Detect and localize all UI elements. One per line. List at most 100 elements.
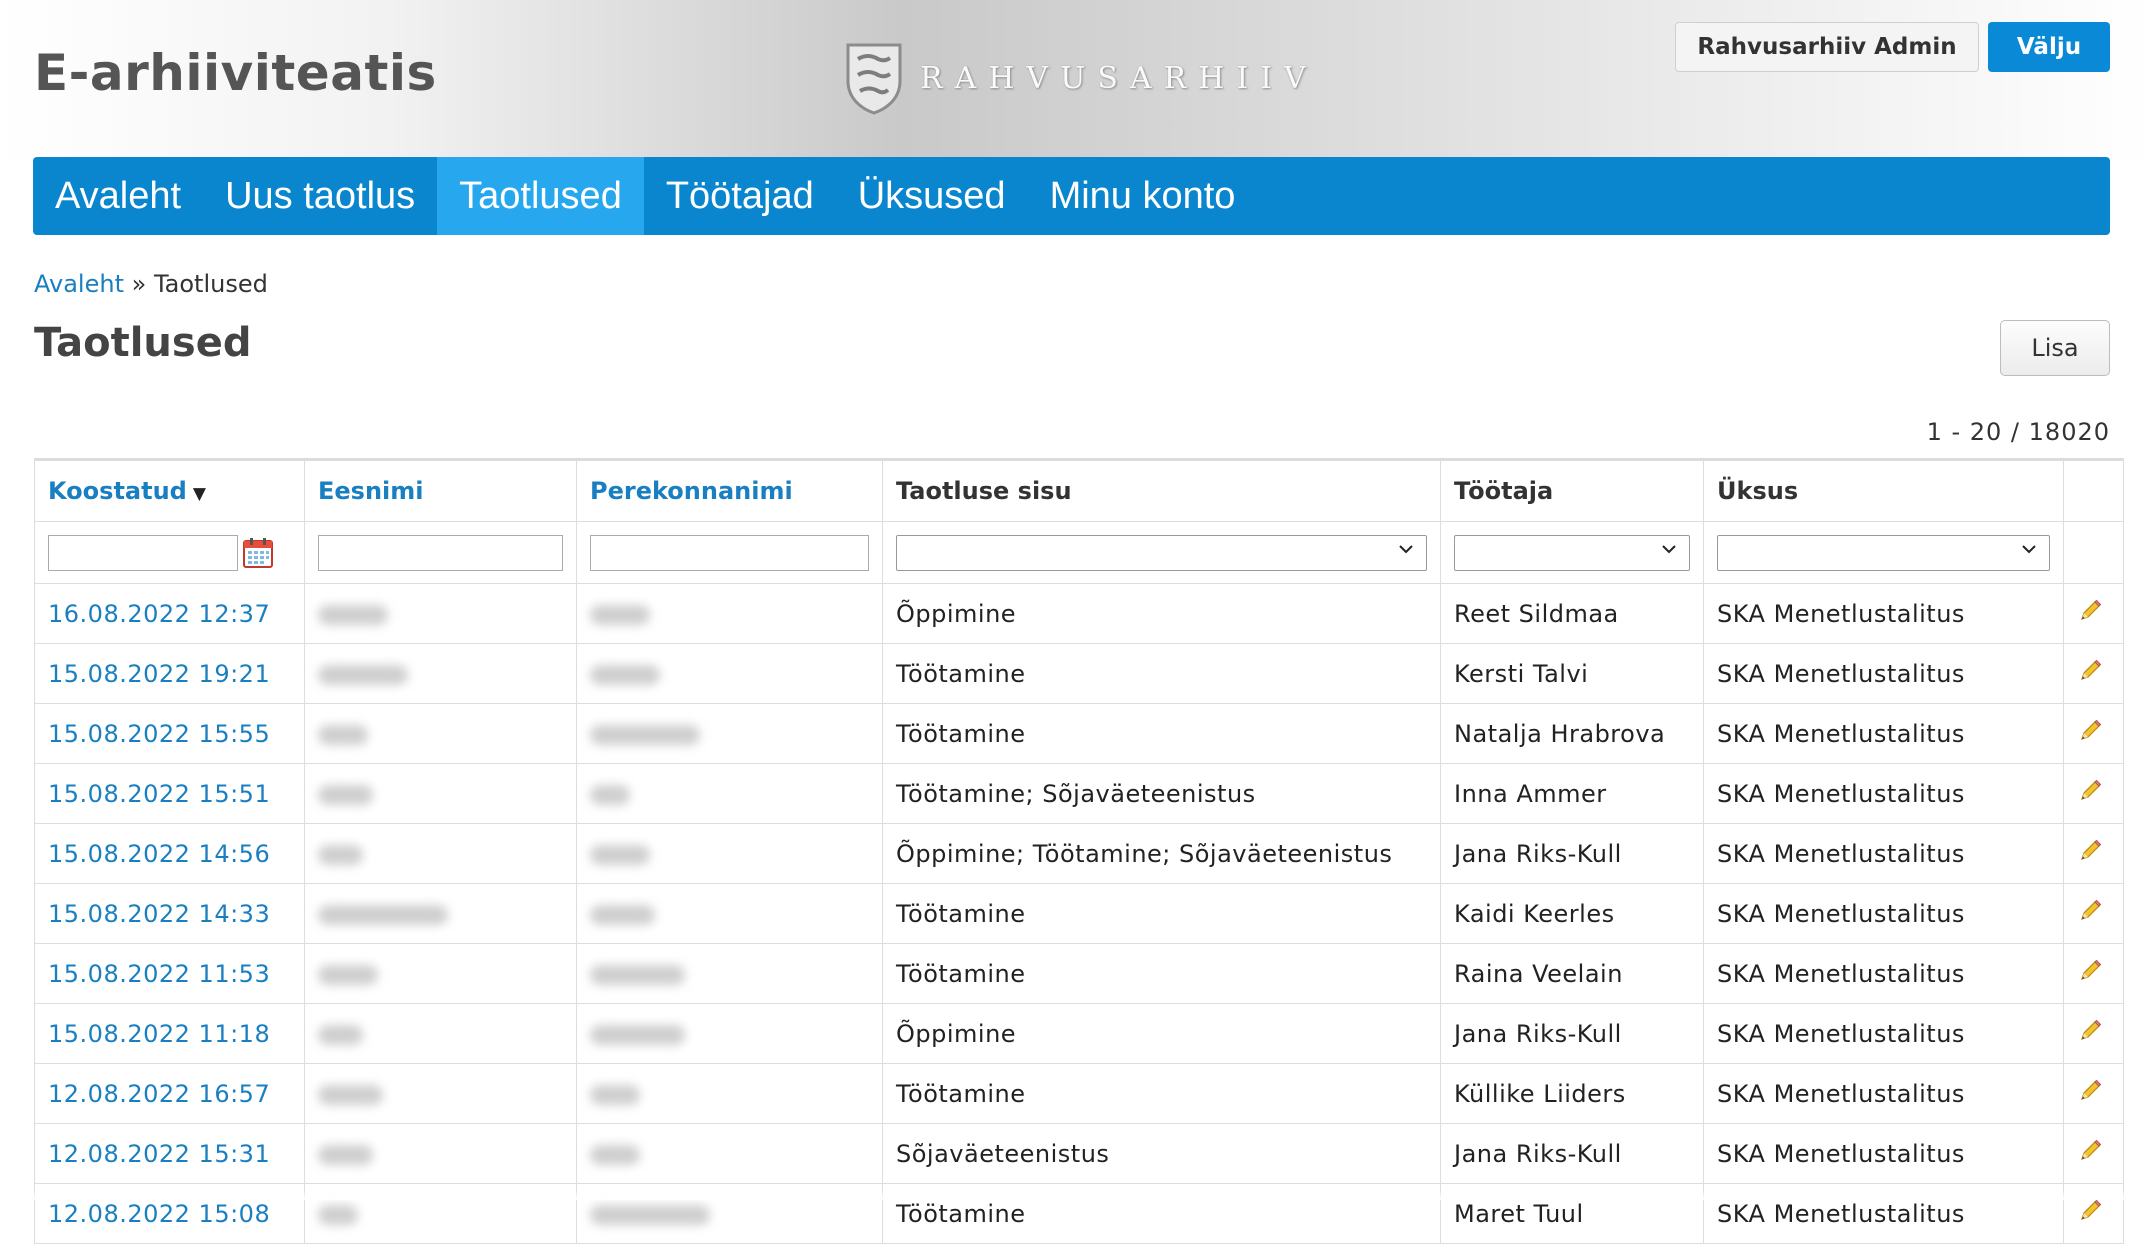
created-date-link[interactable]: 15.08.2022 11:18 bbox=[34, 1003, 305, 1064]
pencil-icon[interactable] bbox=[2077, 838, 2103, 864]
employee-cell: Reet Sildmaa bbox=[1440, 583, 1704, 644]
date-filter-input[interactable] bbox=[48, 534, 238, 571]
redacted-last-name bbox=[590, 1144, 640, 1165]
table-row: 15.08.2022 19:21 Töötamine Kersti Talvi SKA… bbox=[34, 643, 2124, 704]
nav-item-uus-taotlus[interactable]: Uus taotlus bbox=[203, 157, 437, 235]
last-name-cell bbox=[576, 763, 883, 824]
chevron-down-icon bbox=[1662, 544, 1676, 553]
created-date-link[interactable]: 12.08.2022 15:31 bbox=[34, 1123, 305, 1184]
pencil-icon[interactable] bbox=[2077, 658, 2103, 684]
employee-cell: Kersti Talvi bbox=[1440, 643, 1704, 704]
redacted-first-name bbox=[318, 1024, 363, 1045]
pencil-icon[interactable] bbox=[2077, 718, 2103, 744]
nav-item-taotlused[interactable]: Taotlused bbox=[437, 157, 644, 235]
column-header-taotluse-sisu: Taotluse sisu bbox=[882, 458, 1441, 522]
pencil-icon[interactable] bbox=[2077, 1198, 2103, 1224]
created-date-link[interactable]: 15.08.2022 14:33 bbox=[34, 883, 305, 944]
created-date-link[interactable]: 15.08.2022 11:53 bbox=[34, 943, 305, 1004]
last-name-cell bbox=[576, 1003, 883, 1064]
filter-cell-first-name bbox=[304, 521, 577, 584]
filter-cell-actions bbox=[2063, 521, 2124, 584]
unit-filter-select[interactable] bbox=[1717, 534, 2050, 571]
created-date-link[interactable]: 15.08.2022 15:51 bbox=[34, 763, 305, 824]
pencil-icon[interactable] bbox=[2077, 898, 2103, 924]
redacted-last-name bbox=[590, 1084, 640, 1105]
redacted-first-name bbox=[318, 1144, 373, 1165]
first-name-cell bbox=[304, 1123, 577, 1184]
last-name-cell bbox=[576, 1063, 883, 1124]
first-name-cell bbox=[304, 643, 577, 704]
applications-table: Koostatud ▼ Eesnimi Perekonnanimi Taotlus… bbox=[34, 458, 2124, 1244]
created-date-link[interactable]: 16.08.2022 12:37 bbox=[34, 583, 305, 644]
table-row: 15.08.2022 14:33 Töötamine Kaidi Keerles SK… bbox=[34, 883, 2124, 944]
column-header-tootaja: Töötaja bbox=[1440, 458, 1704, 522]
nav-item-minu-konto[interactable]: Minu konto bbox=[1028, 157, 1258, 235]
created-date-link[interactable]: 15.08.2022 14:56 bbox=[34, 823, 305, 884]
content-cell: Töötamine bbox=[882, 943, 1441, 1004]
pencil-icon[interactable] bbox=[2077, 1018, 2103, 1044]
column-header-actions bbox=[2063, 458, 2124, 522]
column-header-label: Koostatud bbox=[48, 477, 187, 505]
pencil-icon[interactable] bbox=[2077, 1078, 2103, 1104]
nav-item-tootajad[interactable]: Töötajad bbox=[644, 157, 836, 235]
created-date-link[interactable]: 15.08.2022 15:55 bbox=[34, 703, 305, 764]
calendar-icon[interactable] bbox=[241, 536, 275, 570]
logout-button[interactable]: Välju bbox=[1988, 22, 2110, 72]
last-name-filter-input[interactable] bbox=[590, 534, 869, 571]
breadcrumb-current: Taotlused bbox=[153, 270, 268, 298]
breadcrumb-home-link[interactable]: Avaleht bbox=[34, 270, 124, 298]
column-header-eesnimi[interactable]: Eesnimi bbox=[304, 458, 577, 522]
breadcrumb-separator: » bbox=[131, 270, 147, 298]
rahvusarhiiv-logo: RAHVUSARHIIV bbox=[842, 40, 1318, 116]
unit-cell: SKA Menetlustalitus bbox=[1703, 583, 2064, 644]
content-filter-select[interactable] bbox=[896, 534, 1427, 571]
user-account-button[interactable]: Rahvusarhiiv Admin bbox=[1675, 22, 1979, 72]
unit-cell: SKA Menetlustalitus bbox=[1703, 943, 2064, 1004]
last-name-cell bbox=[576, 1123, 883, 1184]
main-nav: Avaleht Uus taotlus Taotlused Töötajad Ü… bbox=[33, 157, 2110, 235]
edit-cell bbox=[2063, 823, 2124, 884]
column-header-uksus: Üksus bbox=[1703, 458, 2064, 522]
unit-cell: SKA Menetlustalitus bbox=[1703, 763, 2064, 824]
employee-cell: Natalja Hrabrova bbox=[1440, 703, 1704, 764]
app-title: E-arhiiviteatis bbox=[34, 44, 437, 102]
unit-cell: SKA Menetlustalitus bbox=[1703, 1003, 2064, 1064]
last-name-cell bbox=[576, 823, 883, 884]
filter-cell-content bbox=[882, 521, 1441, 584]
last-name-cell bbox=[576, 883, 883, 944]
employee-cell: Küllike Liiders bbox=[1440, 1063, 1704, 1124]
first-name-filter-input[interactable] bbox=[318, 534, 563, 571]
pencil-icon[interactable] bbox=[2077, 1138, 2103, 1164]
chevron-down-icon bbox=[1399, 544, 1413, 553]
redacted-first-name bbox=[318, 1084, 383, 1105]
redacted-last-name bbox=[590, 784, 630, 805]
column-header-koostatud[interactable]: Koostatud ▼ bbox=[34, 458, 305, 522]
created-date-link[interactable]: 15.08.2022 19:21 bbox=[34, 643, 305, 704]
employee-filter-select[interactable] bbox=[1454, 534, 1690, 571]
column-header-perekonnanimi[interactable]: Perekonnanimi bbox=[576, 458, 883, 522]
first-name-cell bbox=[304, 823, 577, 884]
redacted-last-name bbox=[590, 904, 655, 925]
pencil-icon[interactable] bbox=[2077, 778, 2103, 804]
unit-cell: SKA Menetlustalitus bbox=[1703, 823, 2064, 884]
chevron-down-icon bbox=[2022, 544, 2036, 553]
pencil-icon[interactable] bbox=[2077, 958, 2103, 984]
add-button[interactable]: Lisa bbox=[2000, 320, 2110, 376]
nav-item-uksused[interactable]: Üksused bbox=[836, 157, 1028, 235]
first-name-cell bbox=[304, 1063, 577, 1124]
first-name-cell bbox=[304, 1003, 577, 1064]
pagination-summary: 1 - 20 / 18020 bbox=[1926, 418, 2110, 446]
page-header: E-arhiiviteatis RAHVUSARHIIV Rahvusarhii… bbox=[0, 0, 2150, 160]
content-cell: Töötamine; Sõjaväeteenistus bbox=[882, 763, 1441, 824]
created-date-link[interactable]: 12.08.2022 16:57 bbox=[34, 1063, 305, 1124]
pencil-icon[interactable] bbox=[2077, 598, 2103, 624]
filter-cell-employee bbox=[1440, 521, 1704, 584]
redacted-first-name bbox=[318, 604, 388, 625]
redacted-last-name bbox=[590, 844, 650, 865]
nav-item-avaleht[interactable]: Avaleht bbox=[33, 157, 203, 235]
first-name-cell bbox=[304, 703, 577, 764]
first-name-cell bbox=[304, 583, 577, 644]
redacted-last-name bbox=[590, 964, 685, 985]
edit-cell bbox=[2063, 763, 2124, 824]
redacted-last-name bbox=[590, 1204, 710, 1225]
